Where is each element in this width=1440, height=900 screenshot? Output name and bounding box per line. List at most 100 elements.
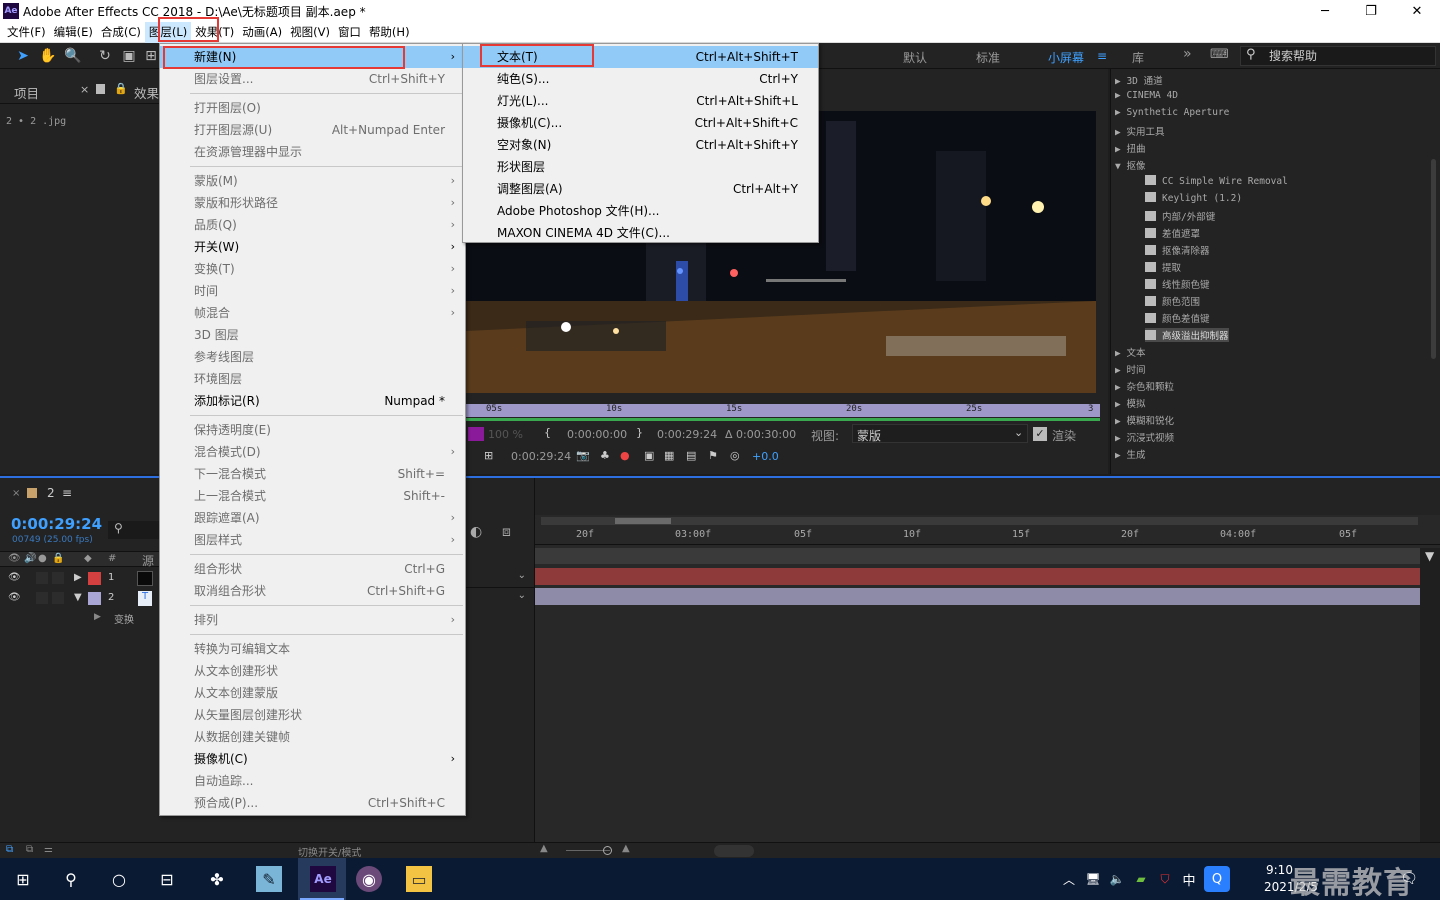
- lock-icon[interactable]: 🔒: [52, 553, 64, 564]
- cortana-icon[interactable]: ○: [106, 866, 132, 892]
- layer-menu-item[interactable]: 图层样式 ›: [160, 529, 465, 551]
- fan-app-icon[interactable]: ✤: [204, 866, 230, 892]
- keyboard-icon[interactable]: ⌨: [1210, 47, 1229, 62]
- ime-indicator[interactable]: 中: [1176, 866, 1202, 892]
- layer-menu-item[interactable]: 蒙版和形状路径 ›: [160, 192, 465, 214]
- effects-list-item[interactable]: ▶ Synthetic Aperture: [1115, 107, 1229, 118]
- layer-menu-item[interactable]: 时间 ›: [160, 280, 465, 302]
- effects-list-item[interactable]: ▶ 杂色和颗粒: [1115, 379, 1174, 393]
- menu-view[interactable]: 视图(V): [286, 22, 334, 43]
- workspace-default[interactable]: 默认: [903, 49, 927, 66]
- layer-1-bar[interactable]: [535, 568, 1420, 585]
- effects-list-item[interactable]: ▶ 生成: [1115, 447, 1145, 461]
- zoom-value[interactable]: 100 %: [488, 428, 523, 441]
- zoom-in-icon[interactable]: ▲: [622, 843, 630, 854]
- camera-icon[interactable]: 📷: [576, 449, 590, 462]
- minimize-button[interactable]: ─: [1302, 0, 1348, 22]
- current-time[interactable]: 0:00:29:24: [511, 450, 571, 463]
- layer-switches-icon[interactable]: ⧉: [26, 844, 33, 855]
- menu-edit[interactable]: 编辑(E): [50, 22, 97, 43]
- close-icon[interactable]: ×: [80, 83, 89, 96]
- layer-menu-item[interactable]: 图层设置... Ctrl+Shift+Y: [160, 68, 465, 90]
- timeline-ruler[interactable]: 20f 03:00f 05f 10f 15f 20f 04:00f 05f: [535, 527, 1440, 545]
- layer-menu-item[interactable]: 从数据创建关键帧: [160, 726, 465, 748]
- toggle-switches-modes[interactable]: 切换开关/模式: [298, 844, 361, 859]
- layer-menu-item[interactable]: 保持透明度(E): [160, 419, 465, 441]
- exposure-value[interactable]: +0.0: [752, 450, 779, 463]
- in-point-icon[interactable]: {: [544, 426, 551, 439]
- zoom-slider[interactable]: [603, 846, 612, 855]
- effects-list-item[interactable]: 抠像清除器: [1145, 243, 1210, 257]
- layer-menu-item[interactable]: 跟踪遮罩(A) ›: [160, 507, 465, 529]
- effects-list-item[interactable]: CC Simple Wire Removal: [1145, 175, 1288, 187]
- timeline-search-input[interactable]: ⚲: [108, 521, 160, 539]
- close-button[interactable]: ✕: [1394, 0, 1440, 22]
- network-icon[interactable]: 🖥: [1080, 866, 1106, 892]
- layer-menu-item[interactable]: 组合形状 Ctrl+G: [160, 558, 465, 580]
- work-area-bar[interactable]: [466, 418, 1100, 421]
- layer-row[interactable]: 👁 ▶ 1: [0, 570, 160, 588]
- reset-exposure-icon[interactable]: ◎: [730, 449, 740, 462]
- more-workspaces-icon[interactable]: »: [1183, 46, 1192, 62]
- maximize-button[interactable]: ❐: [1348, 0, 1394, 22]
- snapshot-region-icon[interactable]: ⊞: [484, 449, 493, 462]
- lock-icon[interactable]: 🔒: [114, 82, 128, 95]
- effects-list-item[interactable]: ▶ 3D 通道: [1115, 73, 1163, 87]
- view-select[interactable]: 蒙版: [852, 424, 1028, 443]
- comp-tab[interactable]: 2: [47, 486, 55, 500]
- notification-icon[interactable]: 🗨: [1396, 866, 1422, 892]
- new-menu-item[interactable]: 空对象(N) Ctrl+Alt+Shift+Y: [463, 134, 818, 156]
- help-search-input[interactable]: 搜索帮助: [1240, 46, 1436, 66]
- ae-app-icon[interactable]: Ae: [310, 866, 336, 892]
- new-menu-item[interactable]: 纯色(S)... Ctrl+Y: [463, 68, 818, 90]
- effects-list-item[interactable]: ▶ 扭曲: [1115, 141, 1145, 155]
- layer-menu-item[interactable]: 取消组合形状 Ctrl+Shift+G: [160, 580, 465, 602]
- menu-file[interactable]: 文件(F): [3, 22, 50, 43]
- scrollbar-thumb[interactable]: [714, 845, 754, 857]
- layer-menu-item[interactable]: 变换(T) ›: [160, 258, 465, 280]
- layer-menu-item[interactable]: 摄像机(C) ›: [160, 748, 465, 770]
- layer-menu-item[interactable]: 参考线图层: [160, 346, 465, 368]
- show-snapshot-icon[interactable]: ♣: [600, 449, 610, 462]
- chevron-down-icon[interactable]: ⌄: [518, 570, 526, 581]
- close-icon[interactable]: ×: [12, 488, 20, 499]
- workspace-standard[interactable]: 标准: [976, 49, 1000, 66]
- layer-2-bar[interactable]: [535, 588, 1420, 605]
- effects-list-item[interactable]: ▶ 模拟: [1115, 396, 1145, 410]
- new-menu-item[interactable]: 调整图层(A) Ctrl+Alt+Y: [463, 178, 818, 200]
- viewer-time-ruler[interactable]: 05s 10s 15s 20s 25s 3: [466, 404, 1100, 417]
- collapse-icon[interactable]: ▼: [74, 592, 82, 603]
- solo-icon[interactable]: ●: [38, 553, 47, 564]
- new-menu-item[interactable]: 摄像机(C)... Ctrl+Alt+Shift+C: [463, 112, 818, 134]
- label-icon[interactable]: ◆: [84, 553, 92, 564]
- layer-menu-item[interactable]: 混合模式(D) ›: [160, 441, 465, 463]
- workspace-small-screen[interactable]: 小屏幕: [1048, 49, 1084, 66]
- qq-icon[interactable]: Q: [1204, 866, 1230, 892]
- layer-menu-item[interactable]: 在资源管理器中显示: [160, 141, 465, 163]
- menu-composition[interactable]: 合成(C): [97, 22, 145, 43]
- layer-menu-item[interactable]: 打开图层源(U) Alt+Numpad Enter: [160, 119, 465, 141]
- motion-blur-icon[interactable]: ◐: [470, 524, 482, 540]
- transparency-grid-icon[interactable]: ▦: [664, 449, 674, 462]
- layer-row[interactable]: 👁 ▼ 2 T: [0, 590, 160, 608]
- camera-tool-icon[interactable]: ▣: [120, 47, 138, 65]
- new-menu-item[interactable]: 灯光(L)... Ctrl+Alt+Shift+L: [463, 90, 818, 112]
- search-icon[interactable]: ⚲: [58, 866, 84, 892]
- effects-list-item[interactable]: ▶ 模糊和锐化: [1115, 413, 1174, 427]
- task-view-icon[interactable]: ⊟: [154, 866, 180, 892]
- effects-list-item[interactable]: ▶ 沉浸式视频: [1115, 430, 1174, 444]
- layer-color-label[interactable]: [88, 592, 101, 605]
- render-checkbox[interactable]: ✓: [1033, 427, 1047, 441]
- zoom-out-icon[interactable]: ▲: [540, 843, 548, 854]
- source-name-header[interactable]: 源: [142, 552, 154, 569]
- project-item[interactable]: 2 • 2 .jpg: [6, 116, 66, 127]
- security-icon[interactable]: ⛉: [1152, 866, 1178, 892]
- 3d-view-icon[interactable]: ▤: [686, 449, 696, 462]
- selection-tool-icon[interactable]: ➤: [14, 47, 32, 65]
- hand-tool-icon[interactable]: ✋: [39, 47, 57, 65]
- effects-list-item[interactable]: 颜色范围: [1145, 294, 1200, 308]
- channel-icon[interactable]: ●: [620, 449, 630, 462]
- graph-editor-icon[interactable]: ⧈: [502, 524, 511, 540]
- workspace-library[interactable]: 库: [1132, 49, 1144, 66]
- effects-list-item[interactable]: 提取: [1145, 260, 1181, 274]
